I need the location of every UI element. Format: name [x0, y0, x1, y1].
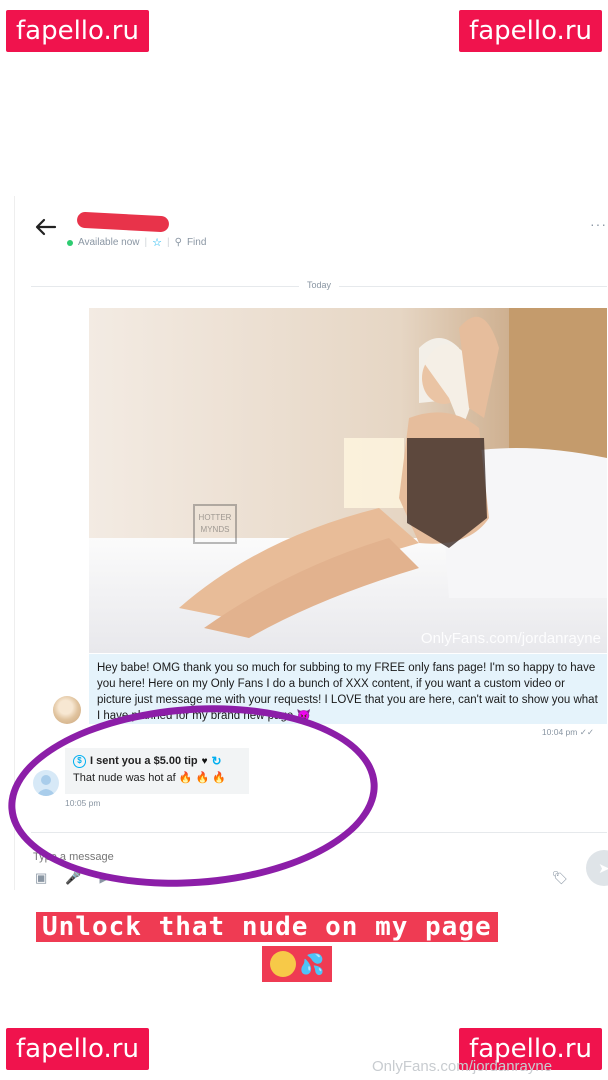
redacted-username [76, 211, 170, 233]
star-icon[interactable]: ☆ [152, 236, 162, 249]
outgoing-time-text: 10:04 pm [541, 727, 578, 737]
find-link[interactable]: Find [187, 237, 206, 248]
more-options-icon[interactable]: ··· [590, 216, 607, 232]
divider: | [144, 237, 148, 248]
photo-image [89, 308, 607, 653]
availability-status: Available now [78, 237, 140, 248]
outgoing-timestamp: 10:04 pm ✓✓ [542, 727, 594, 738]
send-button[interactable]: ➤ [586, 850, 608, 886]
chat-header: Available now | ☆ | ⚲ Find ··· [31, 211, 608, 258]
image-icon[interactable]: ▣ [35, 870, 47, 886]
divider: | [167, 237, 170, 248]
double-check-icon: ✓✓ [579, 727, 594, 737]
model-avatar[interactable] [53, 696, 81, 724]
caption-emoji: 💦 [262, 946, 332, 982]
online-dot-icon [67, 239, 73, 246]
caption-text: Unlock that nude on my page [36, 912, 498, 942]
price-tag-icon[interactable]: 🏷 [551, 870, 568, 886]
photo-watermark: OnlyFans.com/jordanrayne [420, 630, 601, 647]
date-divider-label: Today [299, 280, 340, 290]
bottom-watermark-text: OnlyFans.com/jordanrayne [372, 1058, 553, 1075]
back-arrow-icon[interactable] [35, 218, 57, 236]
search-icon[interactable]: ⚲ [175, 237, 182, 248]
status-row: Available now | ☆ | ⚲ Find [67, 236, 206, 249]
watermark-bottom-left: fapello.ru [6, 1028, 149, 1070]
message-photo[interactable]: HOTTER MYNDS OnlyFans.com/jordanrayne [89, 308, 607, 653]
sweat-droplets-icon: 💦 [299, 953, 325, 976]
smirking-face-icon [269, 951, 296, 977]
watermark-top-left: fapello.ru [6, 10, 149, 52]
watermark-top-right: fapello.ru [459, 10, 602, 52]
studio-logo-icon: HOTTER MYNDS [193, 504, 237, 544]
